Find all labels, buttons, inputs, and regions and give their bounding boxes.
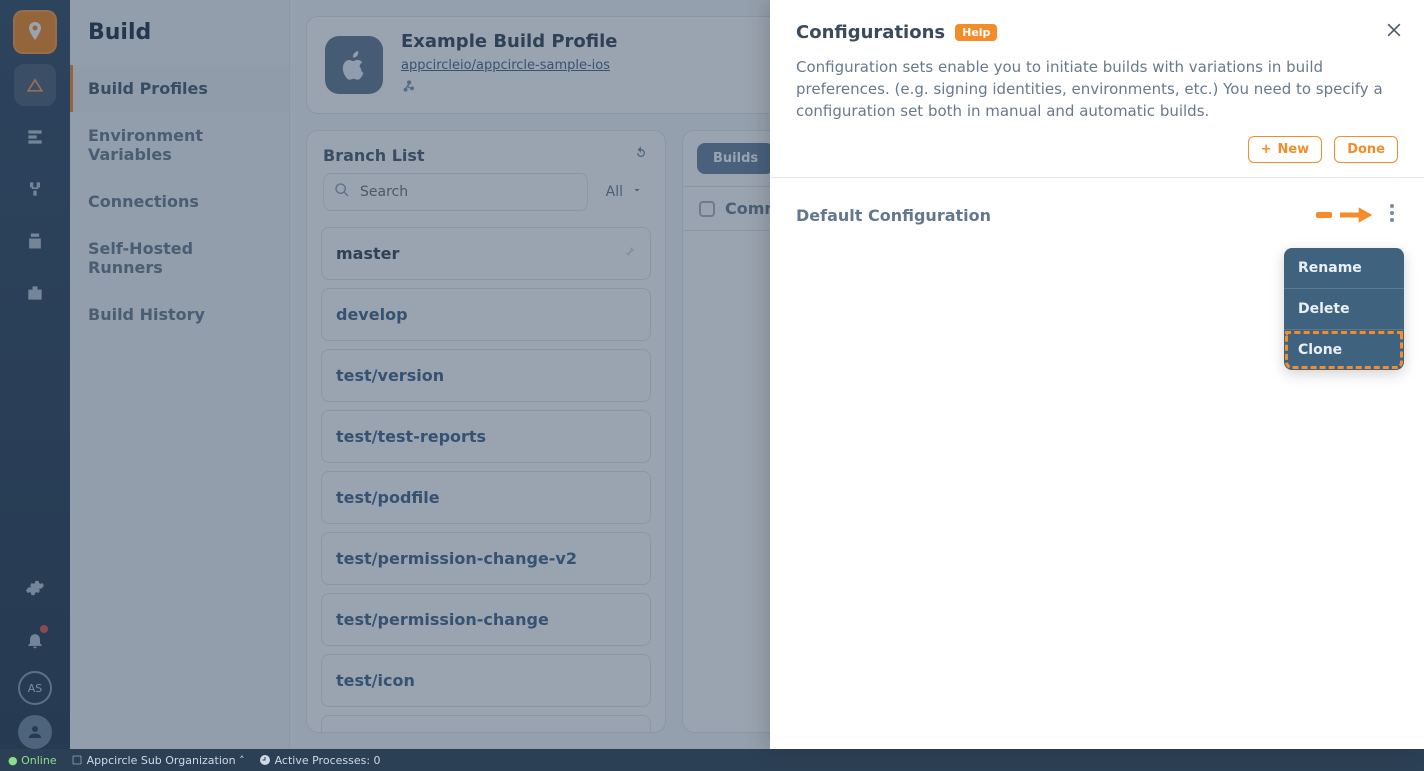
branch-panel-title: Branch List	[323, 146, 425, 165]
platform-apple-icon	[325, 36, 383, 94]
branch-search-input[interactable]	[358, 183, 577, 201]
nav-settings-icon[interactable]	[14, 567, 56, 609]
config-row[interactable]: Default Configuration	[770, 178, 1424, 252]
brand-logo	[13, 10, 57, 54]
hint-arrow	[1316, 204, 1374, 226]
config-context-menu: Rename Delete Clone	[1284, 248, 1404, 370]
branch-search[interactable]	[323, 173, 588, 211]
help-badge[interactable]: Help	[955, 24, 997, 41]
nav-store-icon[interactable]	[14, 220, 56, 262]
refresh-icon[interactable]	[633, 145, 649, 165]
tab-builds[interactable]: Builds	[697, 143, 774, 174]
webhook-icon	[401, 79, 618, 99]
nav-dist-icon[interactable]	[14, 168, 56, 210]
profile-repo-link[interactable]: appcircleio/appcircle-sample-ios	[401, 58, 610, 73]
branch-item[interactable]: develop	[321, 288, 651, 341]
config-row-name: Default Configuration	[796, 206, 991, 225]
status-processes[interactable]: Active Processes: 0	[259, 754, 381, 767]
branch-item[interactable]: test/test-reports	[321, 410, 651, 463]
drawer-title: Configurations	[796, 22, 945, 43]
user-avatar-icon[interactable]	[18, 715, 52, 749]
branch-filter-dropdown[interactable]: All	[600, 173, 649, 211]
branch-panel: Branch List All master develop test/versio…	[306, 130, 666, 733]
org-avatar-badge[interactable]: AS	[18, 671, 52, 705]
plus-icon: +	[1261, 142, 1272, 157]
status-bar: ● Online Appcircle Sub Organization ˄ Ac…	[0, 749, 1424, 771]
menu-rename[interactable]: Rename	[1284, 248, 1404, 289]
chevron-down-icon	[631, 184, 643, 200]
done-button[interactable]: Done	[1334, 136, 1398, 163]
close-icon[interactable]	[1384, 20, 1404, 44]
branch-item[interactable]: test/firebase	[321, 715, 651, 732]
nav-rail: AS	[0, 0, 70, 749]
submenu-item[interactable]: Environment Variables	[70, 112, 289, 178]
status-online: ● Online	[8, 754, 57, 767]
profile-title: Example Build Profile	[401, 31, 618, 52]
config-row-menu-button[interactable]	[1386, 200, 1398, 230]
submenu-item[interactable]: Build History	[70, 291, 289, 338]
branch-item[interactable]: test/podfile	[321, 471, 651, 524]
menu-delete[interactable]: Delete	[1284, 289, 1404, 330]
submenu-item[interactable]: Self-Hosted Runners	[70, 225, 289, 291]
new-config-button[interactable]: + New	[1248, 136, 1323, 163]
nav-build-icon[interactable]	[14, 64, 56, 106]
pin-icon	[622, 244, 636, 263]
drawer-description: Configuration sets enable you to initiat…	[770, 57, 1424, 136]
branch-item[interactable]: test/permission-change-v2	[321, 532, 651, 585]
submenu: Build Build ProfilesEnvironment Variable…	[70, 0, 290, 749]
profile-info: Example Build Profile appcircleio/appcir…	[401, 31, 618, 99]
nav-test-icon[interactable]	[14, 116, 56, 158]
section-title: Build	[70, 0, 289, 65]
status-org[interactable]: Appcircle Sub Organization ˄	[71, 754, 245, 767]
branch-list: master develop test/version test/test-repor…	[307, 219, 665, 732]
menu-clone[interactable]: Clone	[1284, 330, 1404, 370]
branch-item[interactable]: test/version	[321, 349, 651, 402]
config-drawer: Configurations Help Configuration sets e…	[770, 0, 1424, 749]
branch-item[interactable]: test/permission-change	[321, 593, 651, 646]
branch-filter-label: All	[606, 184, 623, 200]
select-all-checkbox[interactable]	[699, 201, 715, 217]
app-root: AS Build Build ProfilesEnvironment Varia…	[0, 0, 1424, 749]
nav-enterprise-icon[interactable]	[14, 272, 56, 314]
branch-item[interactable]: master	[321, 227, 651, 280]
done-button-label: Done	[1347, 142, 1385, 157]
nav-notifications-icon[interactable]	[14, 619, 56, 661]
submenu-item[interactable]: Build Profiles	[70, 65, 289, 112]
submenu-item[interactable]: Connections	[70, 178, 289, 225]
branch-item[interactable]: test/icon	[321, 654, 651, 707]
search-icon	[334, 182, 350, 202]
new-button-label: New	[1277, 142, 1309, 157]
